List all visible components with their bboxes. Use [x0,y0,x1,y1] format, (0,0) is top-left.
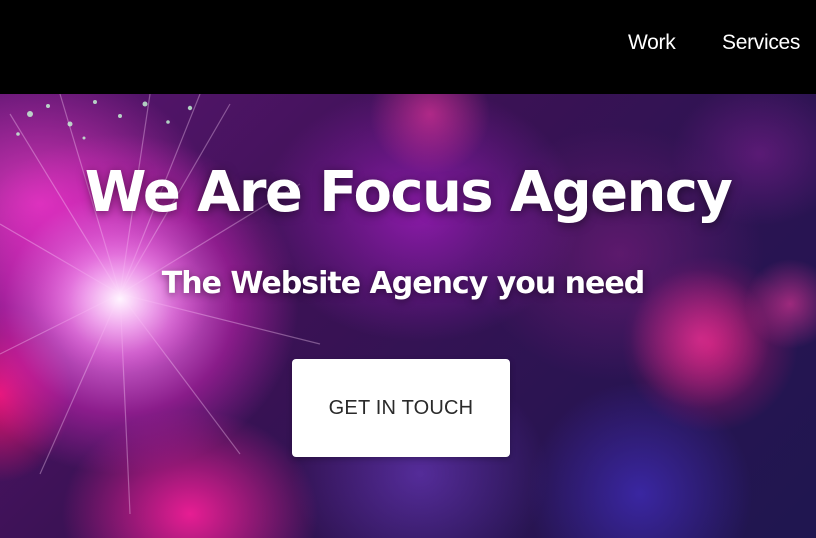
nav-link-services[interactable]: Services [722,31,800,55]
hero-section: We Are Focus Agency The Website Agency y… [0,94,816,538]
nav-link-work[interactable]: Work [628,31,676,55]
hero-title: We Are Focus Agency [84,160,733,225]
get-in-touch-button[interactable]: GET IN TOUCH [292,359,510,457]
landing-page: Work Services We Are Focus Agency The We… [0,0,816,538]
top-navbar: Work Services [0,0,816,94]
hero-subtitle: The Website Agency you need [161,266,645,301]
